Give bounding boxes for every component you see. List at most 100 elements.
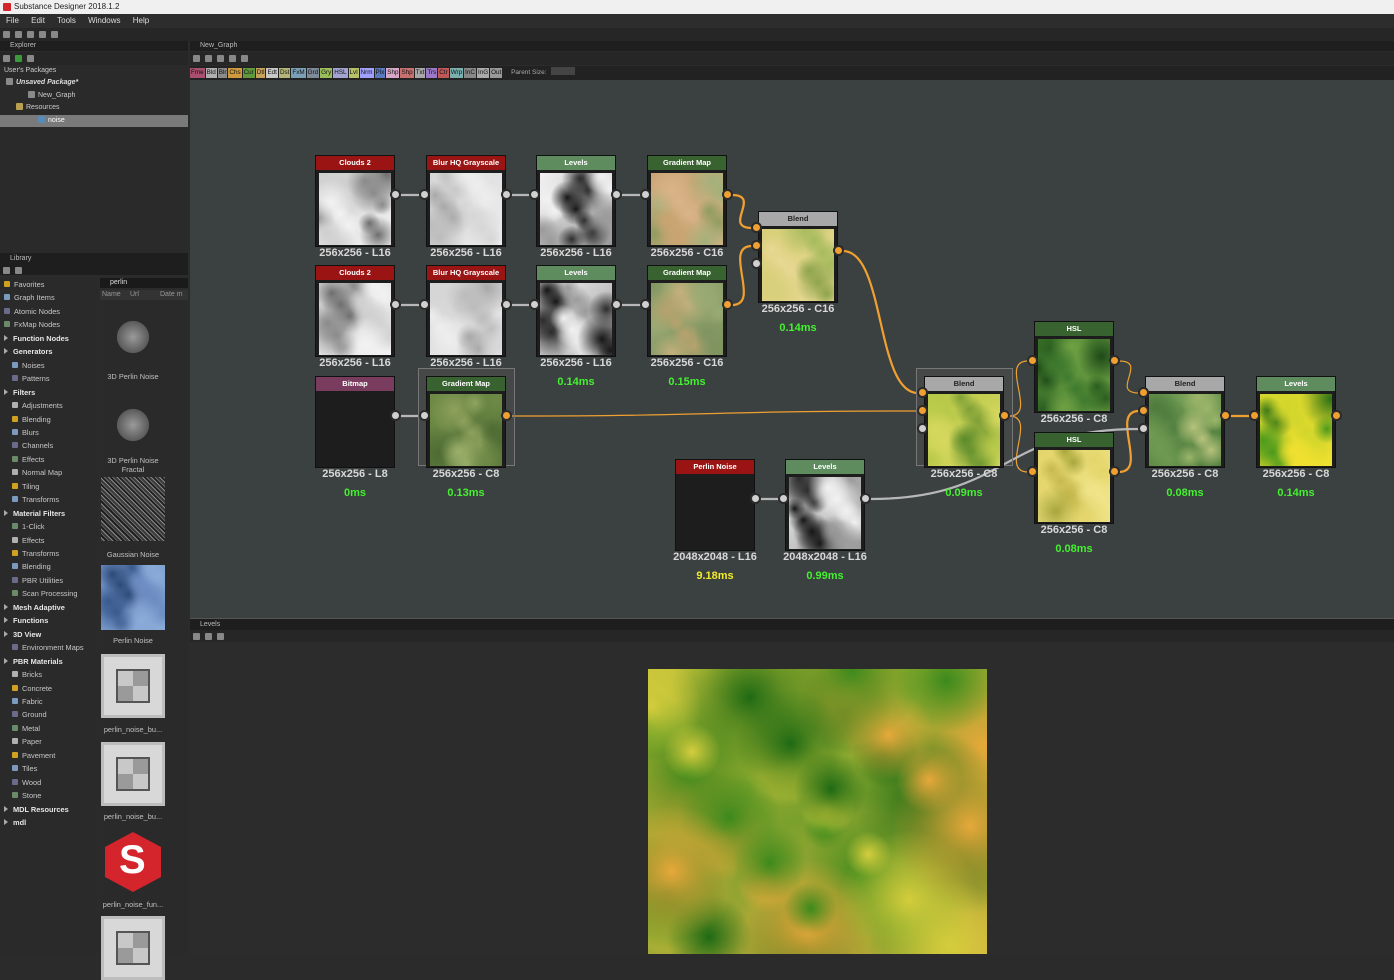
library-category-concrete[interactable]: Concrete bbox=[12, 682, 52, 695]
node-filter-plx[interactable]: Plx bbox=[374, 68, 386, 78]
publish-icon[interactable] bbox=[27, 55, 34, 62]
node-input-port[interactable] bbox=[529, 189, 540, 200]
node-filter-hsl[interactable]: HSL bbox=[333, 68, 348, 78]
library-category-channels[interactable]: Channels bbox=[12, 439, 53, 452]
node-input-port[interactable] bbox=[751, 258, 762, 269]
library-category-mesh-adaptive[interactable]: Mesh Adaptive bbox=[4, 601, 65, 614]
library-category-pbr-materials[interactable]: PBR Materials bbox=[4, 655, 63, 668]
node-output-port[interactable] bbox=[390, 410, 401, 421]
node-filter-fxm[interactable]: FxM bbox=[291, 68, 306, 78]
node-input-port[interactable] bbox=[1138, 423, 1149, 434]
library-category-adjustments[interactable]: Adjustments bbox=[12, 399, 63, 412]
graph-node-hsl[interactable]: HSL bbox=[1034, 321, 1114, 413]
graph-node-gradient-map[interactable]: Gradient Map bbox=[426, 376, 506, 468]
library-category-generators[interactable]: Generators bbox=[4, 345, 52, 358]
tree-item-resources[interactable]: Resources bbox=[16, 102, 59, 114]
library-category-bricks[interactable]: Bricks bbox=[12, 668, 42, 681]
library-category-graph-items[interactable]: Graph Items bbox=[4, 291, 55, 304]
node-output-port[interactable] bbox=[833, 245, 844, 256]
node-output-port[interactable] bbox=[750, 493, 761, 504]
node-output-port[interactable] bbox=[611, 189, 622, 200]
node-filter-trs[interactable]: Trs bbox=[426, 68, 438, 78]
library-category-favorites[interactable]: Favorites bbox=[4, 278, 44, 291]
library-category-pbr-utilities[interactable]: PBR Utilities bbox=[12, 574, 63, 587]
view2d-menu-icon[interactable] bbox=[193, 633, 200, 640]
graph-node-perlin-noise[interactable]: Perlin Noise bbox=[675, 459, 755, 551]
library-category-environment-maps[interactable]: Environment Maps bbox=[12, 641, 84, 654]
library-category-function-nodes[interactable]: Function Nodes bbox=[4, 332, 69, 345]
node-filter-fme[interactable]: Fme bbox=[190, 68, 205, 78]
zoom-icon[interactable] bbox=[217, 55, 224, 62]
library-category-functions[interactable]: Functions bbox=[4, 614, 48, 627]
node-input-port[interactable] bbox=[751, 240, 762, 251]
save-icon[interactable] bbox=[27, 31, 34, 38]
node-output-port[interactable] bbox=[1331, 410, 1342, 421]
library-category-noises[interactable]: Noises bbox=[12, 359, 45, 372]
node-input-port[interactable] bbox=[640, 299, 651, 310]
tree-item-graph[interactable]: New_Graph bbox=[28, 90, 75, 102]
tree-item-noise[interactable]: noise bbox=[0, 115, 188, 127]
node-output-port[interactable] bbox=[501, 410, 512, 421]
graph-node-bitmap[interactable]: Bitmap bbox=[315, 376, 395, 468]
library-category-filters[interactable]: Filters bbox=[4, 386, 35, 399]
node-output-port[interactable] bbox=[390, 189, 401, 200]
graph-canvas[interactable]: Clouds 2256x256 - L168.28msBlur HQ Grays… bbox=[190, 80, 1394, 618]
new-icon[interactable] bbox=[3, 31, 10, 38]
library-category-fxmap-nodes[interactable]: FxMap Nodes bbox=[4, 318, 60, 331]
node-filter-dtl[interactable]: Dtl bbox=[255, 68, 266, 78]
node-filter-blr[interactable]: Blr bbox=[217, 68, 228, 78]
node-input-port[interactable] bbox=[640, 189, 651, 200]
node-filter-lvl[interactable]: Lvl bbox=[348, 68, 359, 78]
column-date[interactable]: Date m bbox=[160, 290, 183, 300]
node-filter-out[interactable]: Out bbox=[490, 68, 503, 78]
node-filter-cur[interactable]: Cur bbox=[242, 68, 255, 78]
node-output-port[interactable] bbox=[390, 299, 401, 310]
wire-blend1-to-blend2[interactable] bbox=[842, 249, 919, 395]
node-input-port[interactable] bbox=[751, 222, 762, 233]
node-input-port[interactable] bbox=[917, 423, 928, 434]
node-filter-edt[interactable]: Edt bbox=[266, 68, 278, 78]
node-filter-shp[interactable]: Shp bbox=[400, 68, 414, 78]
graph-node-levels[interactable]: Levels bbox=[785, 459, 865, 551]
menu-file[interactable]: File bbox=[6, 16, 19, 25]
graph-node-levels[interactable]: Levels bbox=[536, 265, 616, 357]
graph-node-blend[interactable]: Blend bbox=[1145, 376, 1225, 468]
node-output-port[interactable] bbox=[501, 189, 512, 200]
library-category-3d-view[interactable]: 3D View bbox=[4, 628, 41, 641]
undo-icon[interactable] bbox=[39, 31, 46, 38]
library-category-pavement[interactable]: Pavement bbox=[12, 749, 55, 762]
library-view-icon[interactable] bbox=[3, 267, 10, 274]
graph-node-blend[interactable]: Blend bbox=[758, 211, 838, 303]
graph-node-clouds-2[interactable]: Clouds 2 bbox=[315, 155, 395, 247]
library-category-patterns[interactable]: Patterns bbox=[12, 372, 50, 385]
frame-icon[interactable] bbox=[205, 55, 212, 62]
view2d-channels-icon[interactable] bbox=[205, 633, 212, 640]
node-filter-ctr[interactable]: Ctr bbox=[438, 68, 449, 78]
node-filter-gry[interactable]: Gry bbox=[320, 68, 333, 78]
graph-node-gradient-map[interactable]: Gradient Map bbox=[647, 155, 727, 247]
graph-node-levels[interactable]: Levels bbox=[536, 155, 616, 247]
library-category-tiling[interactable]: Tiling bbox=[12, 480, 39, 493]
graph-node-clouds-2[interactable]: Clouds 2 bbox=[315, 265, 395, 357]
library-category-normal-map[interactable]: Normal Map bbox=[12, 466, 62, 479]
node-input-port[interactable] bbox=[917, 405, 928, 416]
node-input-port[interactable] bbox=[778, 493, 789, 504]
align-icon[interactable] bbox=[241, 55, 248, 62]
library-category-effects[interactable]: Effects bbox=[12, 534, 44, 547]
node-filter-bld[interactable]: Bld bbox=[205, 68, 217, 78]
library-category-effects[interactable]: Effects bbox=[12, 453, 44, 466]
graph-node-levels[interactable]: Levels bbox=[1256, 376, 1336, 468]
view2d-area[interactable] bbox=[190, 643, 1394, 954]
node-input-port[interactable] bbox=[419, 189, 430, 200]
node-output-port[interactable] bbox=[722, 189, 733, 200]
node-input-port[interactable] bbox=[419, 410, 430, 421]
library-category-scan-processing[interactable]: Scan Processing bbox=[12, 587, 77, 600]
library-category-ground[interactable]: Ground bbox=[12, 708, 47, 721]
node-filter-wrp[interactable]: Wrp bbox=[449, 68, 464, 78]
wire-grad1-to-blend1[interactable] bbox=[731, 193, 753, 230]
node-filter-shp[interactable]: Shp bbox=[386, 68, 400, 78]
open-icon[interactable] bbox=[15, 31, 22, 38]
library-category-material-filters[interactable]: Material Filters bbox=[4, 507, 65, 520]
node-output-port[interactable] bbox=[1109, 355, 1120, 366]
graph-node-blur-hq-grayscale[interactable]: Blur HQ Grayscale bbox=[426, 155, 506, 247]
